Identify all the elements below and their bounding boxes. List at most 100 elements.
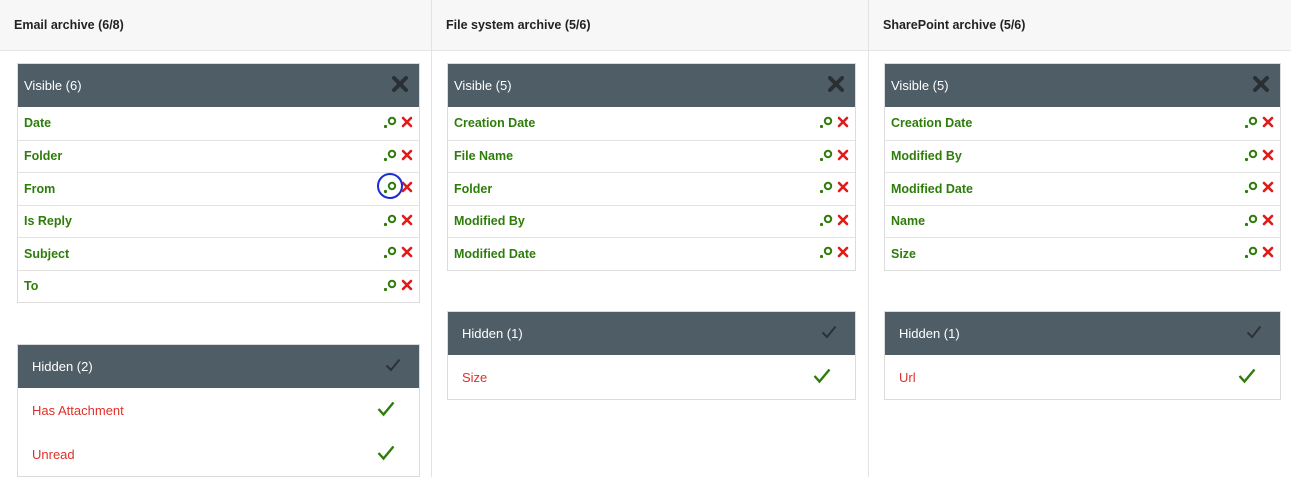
visible-list-item: Folder [448,172,855,205]
visible-item-label: Folder [24,149,63,164]
hidden-panel: Hidden (2) Has Attachment Unread [17,344,420,477]
hidden-list-item: Url [885,355,1280,399]
visible-panel-title: Visible (5) [891,78,949,93]
check-icon[interactable] [385,358,401,375]
hidden-item-label: Has Attachment [32,402,124,418]
close-icon[interactable] [827,75,845,96]
close-icon[interactable] [1252,75,1270,96]
remove-icon[interactable] [401,246,413,261]
key-icon[interactable] [382,148,398,165]
visible-item-label: Size [891,246,917,261]
visible-panel: Visible (5) Creation Date File Name Fold… [447,63,856,271]
column-title: Email archive (6/8) [0,0,431,51]
key-icon[interactable] [818,180,834,197]
remove-icon[interactable] [1262,246,1274,261]
visible-item-label: Modified Date [454,246,536,261]
visible-list: Creation Date Modified By Modified Date [885,107,1280,270]
sharepoint-archive-column: SharePoint archive (5/6) Visible (5) Cre… [869,0,1291,477]
visible-list-item: File Name [448,139,855,173]
remove-icon[interactable] [837,214,849,229]
hidden-panel-title: Hidden (1) [462,326,523,341]
check-icon[interactable] [377,401,395,420]
visible-list-item: Creation Date [448,107,855,140]
visible-list-item: From [18,172,419,205]
remove-icon[interactable] [401,116,413,131]
remove-icon[interactable] [1262,214,1274,229]
key-icon[interactable] [818,245,834,262]
visible-item-label: File Name [454,149,514,164]
row-actions [818,245,849,262]
key-icon[interactable] [1243,148,1259,165]
visible-panel: Visible (6) Date Folder From Is Reply Su… [17,63,420,303]
key-icon[interactable] [818,115,834,132]
visible-item-label: Creation Date [891,116,973,131]
key-icon[interactable] [382,278,398,295]
visible-list-item: Modified By [885,139,1280,173]
key-icon[interactable] [1243,245,1259,262]
key-icon[interactable] [1243,180,1259,197]
hidden-item-label: Size [462,369,488,385]
key-icon[interactable] [382,245,398,262]
remove-icon[interactable] [401,214,413,229]
close-icon[interactable] [391,75,409,96]
hidden-panel: Hidden (1) Url [884,311,1281,400]
visible-list-item: Modified By [448,204,855,238]
check-icon[interactable] [821,325,837,342]
remove-icon[interactable] [837,116,849,131]
highlight-ring [377,173,403,200]
visible-item-label: Modified Date [891,181,973,196]
visible-item-label: Creation Date [454,116,536,131]
visible-item-label: Modified By [454,214,525,229]
visible-list-item: Date [18,107,419,140]
check-icon[interactable] [1238,368,1256,387]
row-actions [818,115,849,132]
hidden-list: Size [448,355,855,399]
row-actions [382,278,413,295]
key-icon[interactable] [818,148,834,165]
remove-icon[interactable] [1262,149,1274,164]
column-title: SharePoint archive (5/6) [869,0,1291,51]
key-icon[interactable] [1243,115,1259,132]
visible-list-item: Creation Date [885,107,1280,140]
hidden-item-label: Url [899,369,916,385]
visible-panel: Visible (5) Creation Date Modified By Mo… [884,63,1281,271]
visible-list-item: Name [885,204,1280,238]
visible-item-label: Is Reply [24,214,72,229]
visible-item-label: From [24,181,56,196]
check-icon[interactable] [377,445,395,464]
remove-icon[interactable] [401,279,413,294]
key-icon[interactable] [382,213,398,230]
email-archive-column: Email archive (6/8) Visible (6) Date Fol… [0,0,432,477]
hidden-panel-header: Hidden (1) [885,312,1280,355]
row-actions [818,148,849,165]
visible-item-label: Subject [24,246,70,261]
remove-icon[interactable] [837,246,849,261]
file-system-archive-column: File system archive (5/6) Visible (5) Cr… [432,0,869,477]
row-actions [377,173,413,200]
visible-list-item: Subject [18,237,419,270]
remove-icon[interactable] [837,181,849,196]
hidden-list: Has Attachment Unread [18,388,419,476]
key-icon[interactable] [382,115,398,132]
key-icon[interactable] [818,213,834,230]
archive-columns: Email archive (6/8) Visible (6) Date Fol… [0,0,1291,477]
visible-item-label: Date [24,116,52,131]
visible-list: Creation Date File Name Folder Modified … [448,107,855,270]
visible-panel-title: Visible (5) [454,78,512,93]
remove-icon[interactable] [837,149,849,164]
remove-icon[interactable] [401,149,413,164]
key-icon[interactable] [1243,213,1259,230]
row-actions [1243,245,1274,262]
check-icon[interactable] [813,368,831,387]
remove-icon[interactable] [1262,116,1274,131]
remove-icon[interactable] [1262,181,1274,196]
hidden-list-item: Size [448,355,855,399]
hidden-panel-title: Hidden (1) [899,326,960,341]
row-actions [382,245,413,262]
hidden-item-label: Unread [32,446,75,462]
column-title: File system archive (5/6) [432,0,868,51]
hidden-list-item: Has Attachment [18,388,419,432]
visible-list-item: Modified Date [885,172,1280,205]
check-icon[interactable] [1246,325,1262,342]
visible-list: Date Folder From Is Reply Subject To [18,107,419,302]
